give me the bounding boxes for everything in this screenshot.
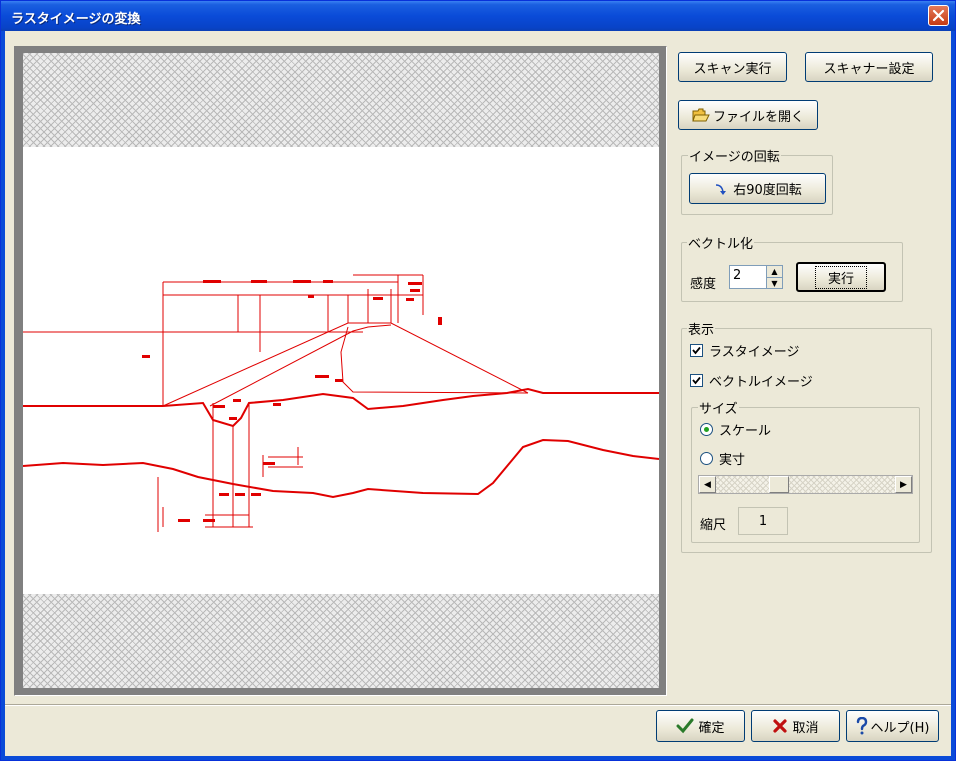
scale-scrollbar[interactable]: ◀ ▶	[698, 475, 913, 494]
scroll-left-icon[interactable]: ◀	[699, 476, 716, 493]
vector-image-checkbox[interactable]	[690, 374, 703, 387]
scroll-right-icon[interactable]: ▶	[895, 476, 912, 493]
rotate-right-label: 右90度回転	[733, 183, 802, 198]
actual-size-radio-label: 実寸	[719, 453, 746, 468]
scale-label: 縮尺	[700, 518, 727, 533]
sensitivity-spinner[interactable]: ▲ ▼	[766, 265, 783, 289]
sensitivity-input[interactable]: 2	[729, 265, 767, 289]
question-icon	[856, 717, 867, 735]
title-bar[interactable]: ラスタイメージの変換	[1, 1, 955, 31]
spin-down-icon[interactable]: ▼	[767, 278, 782, 289]
display-group-label: 表示	[687, 319, 716, 338]
size-group-label: サイズ	[698, 398, 739, 417]
actual-size-radio[interactable]	[700, 452, 713, 465]
scanner-settings-button[interactable]: スキャナー設定	[805, 52, 933, 82]
image-preview[interactable]	[23, 53, 659, 688]
cancel-label: 取消	[792, 720, 819, 736]
vectorize-execute-button[interactable]: 実行	[796, 262, 886, 292]
vector-image-label: ベクトルイメージ	[709, 375, 813, 390]
cancel-button[interactable]: 取消	[751, 710, 840, 742]
rotate-right-icon	[716, 183, 727, 195]
scale-value: 1	[738, 507, 788, 535]
help-button[interactable]: ヘルプ(H)	[846, 710, 939, 742]
x-icon	[773, 719, 788, 733]
footer-separator	[5, 704, 951, 706]
help-label: ヘルプ(H)	[870, 720, 930, 736]
open-folder-icon	[692, 108, 710, 122]
sensitivity-label: 感度	[690, 277, 717, 292]
rotation-group-label: イメージの回転	[688, 146, 781, 165]
checkmark-icon	[676, 718, 694, 734]
checkmark-icon	[692, 346, 701, 355]
dialog-window: ラスタイメージの変換 スキャン実行 スキャナー設定 ファイルを開く イメージの回…	[0, 0, 956, 761]
raster-drawing	[23, 274, 659, 532]
close-icon	[932, 9, 945, 22]
scan-execute-button[interactable]: スキャン実行	[678, 52, 787, 82]
image-preview-frame	[14, 46, 667, 696]
checkmark-icon	[692, 376, 701, 385]
open-file-label: ファイルを開く	[712, 109, 804, 125]
scale-radio[interactable]	[700, 423, 713, 436]
open-file-button[interactable]: ファイルを開く	[678, 100, 818, 130]
window-title: ラスタイメージの変換	[11, 12, 141, 27]
spin-up-icon[interactable]: ▲	[767, 266, 782, 278]
close-button[interactable]	[928, 5, 949, 26]
ok-label: 確定	[698, 720, 725, 736]
raster-image-label: ラスタイメージ	[709, 345, 800, 360]
scale-radio-label: スケール	[719, 424, 772, 439]
ok-button[interactable]: 確定	[656, 710, 745, 742]
preview-empty-area-bottom	[23, 594, 659, 688]
preview-empty-area-top	[23, 53, 659, 147]
vectorize-execute-label: 実行	[814, 265, 867, 289]
rotate-right-button[interactable]: 右90度回転	[689, 173, 826, 204]
raster-image-checkbox[interactable]	[690, 344, 703, 357]
scroll-thumb[interactable]	[769, 476, 789, 493]
vectorize-group-label: ベクトル化	[687, 233, 755, 252]
